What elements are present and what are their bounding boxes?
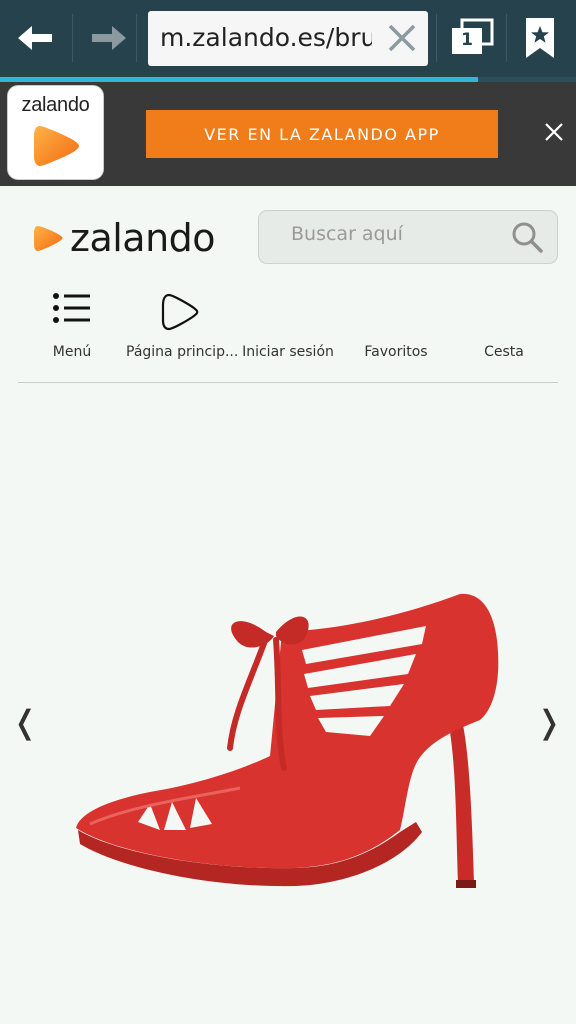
nav-label-home: Página princip... — [126, 344, 239, 360]
nav-label-menu: Menú — [52, 344, 92, 360]
open-in-app-button[interactable]: VER EN LA ZALANDO APP — [146, 110, 498, 158]
header-divider — [18, 382, 558, 383]
product-image-red-heel[interactable] — [70, 592, 506, 892]
nav-label-cart: Cesta — [484, 344, 524, 360]
tab-count: 1 — [461, 30, 473, 50]
zalando-play-outline-icon — [161, 293, 199, 331]
nav-label-login: Iniciar sesión — [242, 344, 334, 360]
zalando-play-icon — [34, 226, 63, 251]
previous-image-button[interactable]: ❬ — [10, 702, 40, 742]
nav-item-login[interactable]: Iniciar sesión — [234, 286, 342, 382]
site-header: zalando — [0, 186, 576, 286]
forward-button[interactable] — [80, 12, 136, 64]
search-icon[interactable] — [511, 221, 543, 253]
toolbar-separator — [72, 14, 73, 62]
nav-item-home[interactable]: Página princip... — [126, 286, 239, 382]
toolbar-separator — [506, 14, 507, 62]
back-button[interactable] — [8, 12, 64, 64]
app-icon-label: zalando — [21, 94, 90, 116]
zalando-logo[interactable]: zalando — [32, 216, 216, 260]
url-text[interactable]: m.zalando.es/bruno — [160, 23, 372, 52]
search-box[interactable] — [258, 210, 558, 264]
back-arrow-icon — [18, 26, 52, 50]
app-install-banner: zalando VER EN LA ZALANDO APP — [0, 82, 576, 186]
nav-item-favorites[interactable]: Favoritos — [342, 286, 450, 382]
product-gallery: ❬ ❭ — [0, 384, 576, 1024]
toolbar-separator — [136, 14, 137, 62]
nav-item-cart[interactable]: Cesta — [450, 286, 558, 382]
next-image-button[interactable]: ❭ — [534, 702, 564, 742]
zalando-app-icon[interactable]: zalando — [8, 86, 103, 179]
bookmark-button[interactable] — [522, 16, 558, 62]
main-nav: Menú Página princip... Iniciar sesión Fa… — [18, 286, 558, 382]
forward-arrow-icon — [92, 26, 126, 50]
close-icon[interactable] — [540, 118, 568, 146]
nav-label-favorites: Favoritos — [364, 344, 428, 360]
bookmark-star-icon — [526, 18, 554, 58]
browser-toolbar: m.zalando.es/bruno 1 — [0, 0, 576, 77]
search-input[interactable] — [291, 223, 501, 245]
clear-url-icon[interactable] — [386, 22, 418, 54]
zalando-play-icon — [34, 126, 79, 166]
url-bar[interactable]: m.zalando.es/bruno — [148, 11, 428, 66]
menu-list-icon — [53, 293, 90, 323]
tabs-button[interactable]: 1 — [448, 14, 496, 62]
toolbar-separator — [436, 14, 437, 62]
nav-item-menu[interactable]: Menú — [18, 286, 126, 382]
logo-text: zalando — [70, 216, 216, 260]
